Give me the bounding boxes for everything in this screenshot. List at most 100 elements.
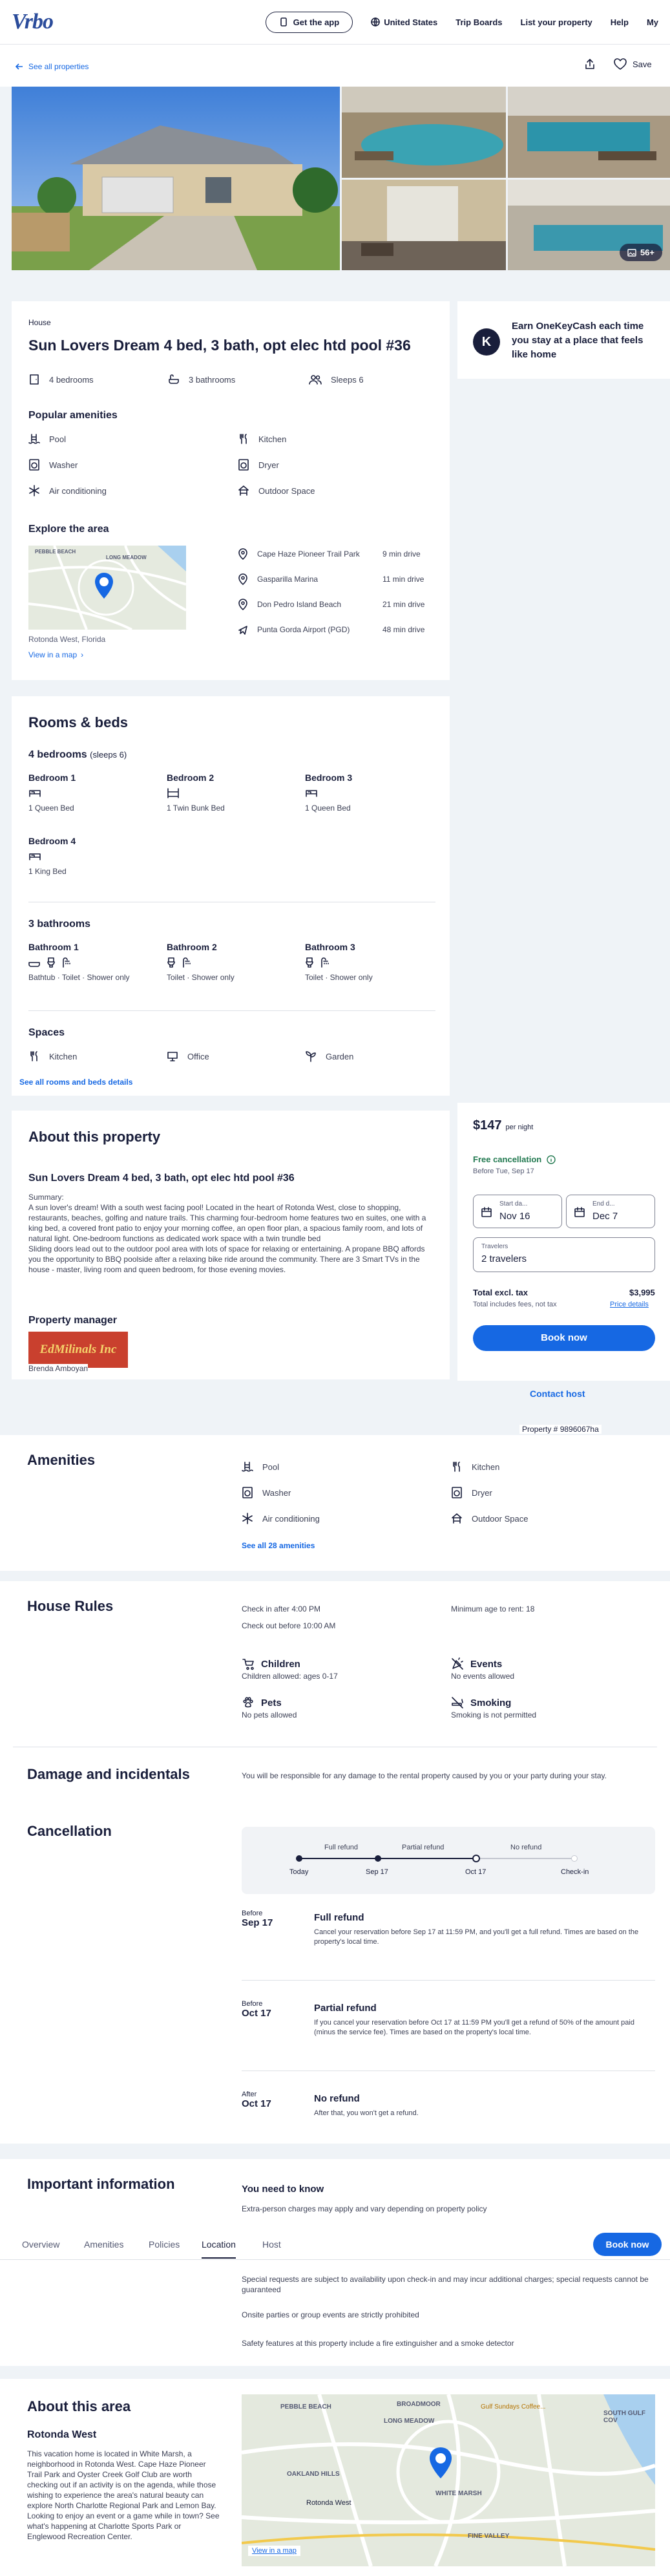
end-date-field[interactable]: End d... Dec 7 [566, 1195, 655, 1228]
section-tabs: Overview Amenities Policies Location Hos… [0, 2229, 670, 2260]
no-smoking-icon [452, 1697, 463, 1708]
timeline-label: Partial refund [402, 1844, 445, 1851]
region-selector[interactable]: United States [371, 17, 437, 27]
tab-location[interactable]: Location [202, 2239, 236, 2259]
price-details-link[interactable]: Price details [610, 1301, 649, 1308]
people-icon [309, 375, 322, 385]
amenity-ac: Air conditioning [242, 1513, 320, 1524]
tab-policies[interactable]: Policies [149, 2239, 180, 2250]
amenity-dryer: Dryer [238, 459, 279, 471]
bedroom-4: Bedroom 4 1 King Bed [28, 836, 76, 876]
desk-icon [167, 1052, 178, 1061]
travelers-field[interactable]: Travelers 2 travelers [473, 1237, 655, 1272]
cancel-date: Sep 17 [242, 1917, 273, 1928]
shower-icon [321, 957, 329, 968]
tabs-book-now-button[interactable]: Book now [593, 2233, 662, 2256]
sleeps-stat: Sleeps 6 [309, 374, 364, 385]
bathroom-detail: Bathtub · Toilet · Shower only [28, 973, 130, 982]
see-all-properties-link[interactable]: See all properties [16, 62, 89, 71]
popular-amenities-heading: Popular amenities [28, 410, 118, 421]
onekey-card[interactable]: K Earn OneKeyCash each time you stay at … [457, 301, 670, 379]
image-icon [627, 248, 636, 257]
bedroom-1: Bedroom 1 1 Queen Bed [28, 772, 76, 813]
dryer-icon [452, 1487, 462, 1498]
total-price: $3,995 [629, 1288, 655, 1297]
trip-boards-link[interactable]: Trip Boards [455, 17, 502, 27]
place-time: 21 min drive [382, 600, 425, 609]
start-date-field[interactable]: Start da... Nov 16 [473, 1195, 562, 1228]
view-map-label: View in a map [28, 650, 78, 659]
about-heading: About this property [28, 1129, 161, 1145]
bathroom-name: Bathroom 3 [305, 942, 355, 952]
photo-gallery[interactable]: 56+ [12, 87, 670, 270]
amenity-label: Pool [262, 1462, 280, 1472]
area-view-map-link[interactable]: View in a map [248, 2546, 300, 2556]
timeline-dot [296, 1855, 302, 1862]
house-rules-heading: House Rules [27, 1598, 114, 1614]
book-now-button[interactable]: Book now [473, 1325, 655, 1351]
amenity-label: Air conditioning [49, 485, 107, 496]
damage-text: You will be responsible for any damage t… [242, 1771, 607, 1780]
photo-patio[interactable] [342, 180, 506, 270]
share-icon [585, 59, 594, 69]
toilet-icon [306, 957, 313, 968]
location-pin-icon [430, 2447, 452, 2478]
info-icon[interactable] [547, 1155, 556, 1164]
place-name: Gasparilla Marina [257, 575, 319, 584]
map-label: FINE VALLEY [468, 2533, 510, 2540]
timeline-date: Today [289, 1868, 309, 1876]
list-property-link[interactable]: List your property [521, 17, 592, 27]
area-map[interactable]: PEBBLE BEACH BROADMOOR LONG MEADOW OAKLA… [242, 2394, 655, 2566]
fees-note: Total includes fees, not tax [473, 1301, 557, 1308]
help-link[interactable]: Help [611, 17, 629, 27]
place-name: Punta Gorda Airport (PGD) [257, 625, 350, 634]
bedroom-name: Bedroom 4 [28, 836, 76, 846]
snowflake-icon [242, 1513, 253, 1524]
amenity-label: Washer [49, 460, 78, 470]
contact-host-link[interactable]: Contact host [530, 1389, 585, 1399]
see-all-amenities-link[interactable]: See all 28 amenities [242, 1541, 315, 1550]
shower-icon [63, 957, 70, 968]
share-button[interactable] [583, 58, 596, 70]
timeline-segment [377, 1858, 476, 1859]
rooms-heading: Rooms & beds [28, 714, 129, 730]
bathroom-detail: Toilet · Shower only [167, 973, 235, 982]
dryer-icon [238, 459, 249, 471]
main-photo-house[interactable] [12, 87, 340, 270]
property-number: Property # 9896067ha [519, 1425, 602, 1434]
get-app-button[interactable]: Get the app [265, 11, 353, 33]
photo-count-badge[interactable]: 56+ [619, 244, 662, 261]
area-subheading: Rotonda West [27, 2429, 97, 2440]
amenity-label: Washer [262, 1487, 291, 1498]
checkout-time: Check out before 10:00 AM [242, 1621, 336, 1630]
photo-lanai[interactable]: 56+ [508, 180, 670, 270]
about-property-card: About this property Sun Lovers Dream 4 b… [12, 1111, 450, 1379]
utensils-icon [240, 434, 247, 444]
view-in-map-link[interactable]: View in a map › [28, 650, 83, 659]
plant-icon [306, 1051, 316, 1062]
see-all-rooms-link[interactable]: See all rooms and beds details [19, 1078, 132, 1087]
area-map-thumbnail[interactable]: PEBBLE BEACH LONG MEADOW [28, 546, 186, 630]
min-age: Minimum age to rent: 18 [451, 1604, 535, 1613]
timeline-segment [298, 1858, 377, 1859]
tab-host[interactable]: Host [262, 2239, 281, 2250]
cancel-text: Cancel your reservation before Sep 17 at… [314, 1928, 639, 1946]
tab-overview[interactable]: Overview [22, 2239, 59, 2250]
bedroom-name: Bedroom 3 [305, 772, 353, 783]
photo-pool-1[interactable] [342, 87, 506, 178]
summary-paragraph: Sliding doors lead out to the outdoor po… [28, 1244, 425, 1274]
house-rules-section: House Rules Check in after 4:00 PM Check… [0, 1581, 670, 1775]
bed-type: 1 Queen Bed [305, 804, 351, 813]
cancel-pre: After [242, 2091, 257, 2098]
save-button[interactable]: Save [613, 58, 652, 70]
cancellation-section: Cancellation Full refund Partial refund … [0, 1807, 670, 2144]
cancel-text: If you cancel your reservation before Oc… [314, 2019, 634, 2036]
photo-pool-2[interactable] [508, 87, 670, 178]
snowflake-icon [29, 485, 39, 496]
amenities-heading: Amenities [27, 1452, 96, 1468]
bed-icon [29, 790, 41, 797]
vrbo-logo[interactable]: Vrbo [12, 10, 54, 34]
tab-amenities[interactable]: Amenities [84, 2239, 123, 2250]
account-link[interactable]: My [647, 17, 658, 27]
amenity-pool: Pool [28, 433, 66, 445]
